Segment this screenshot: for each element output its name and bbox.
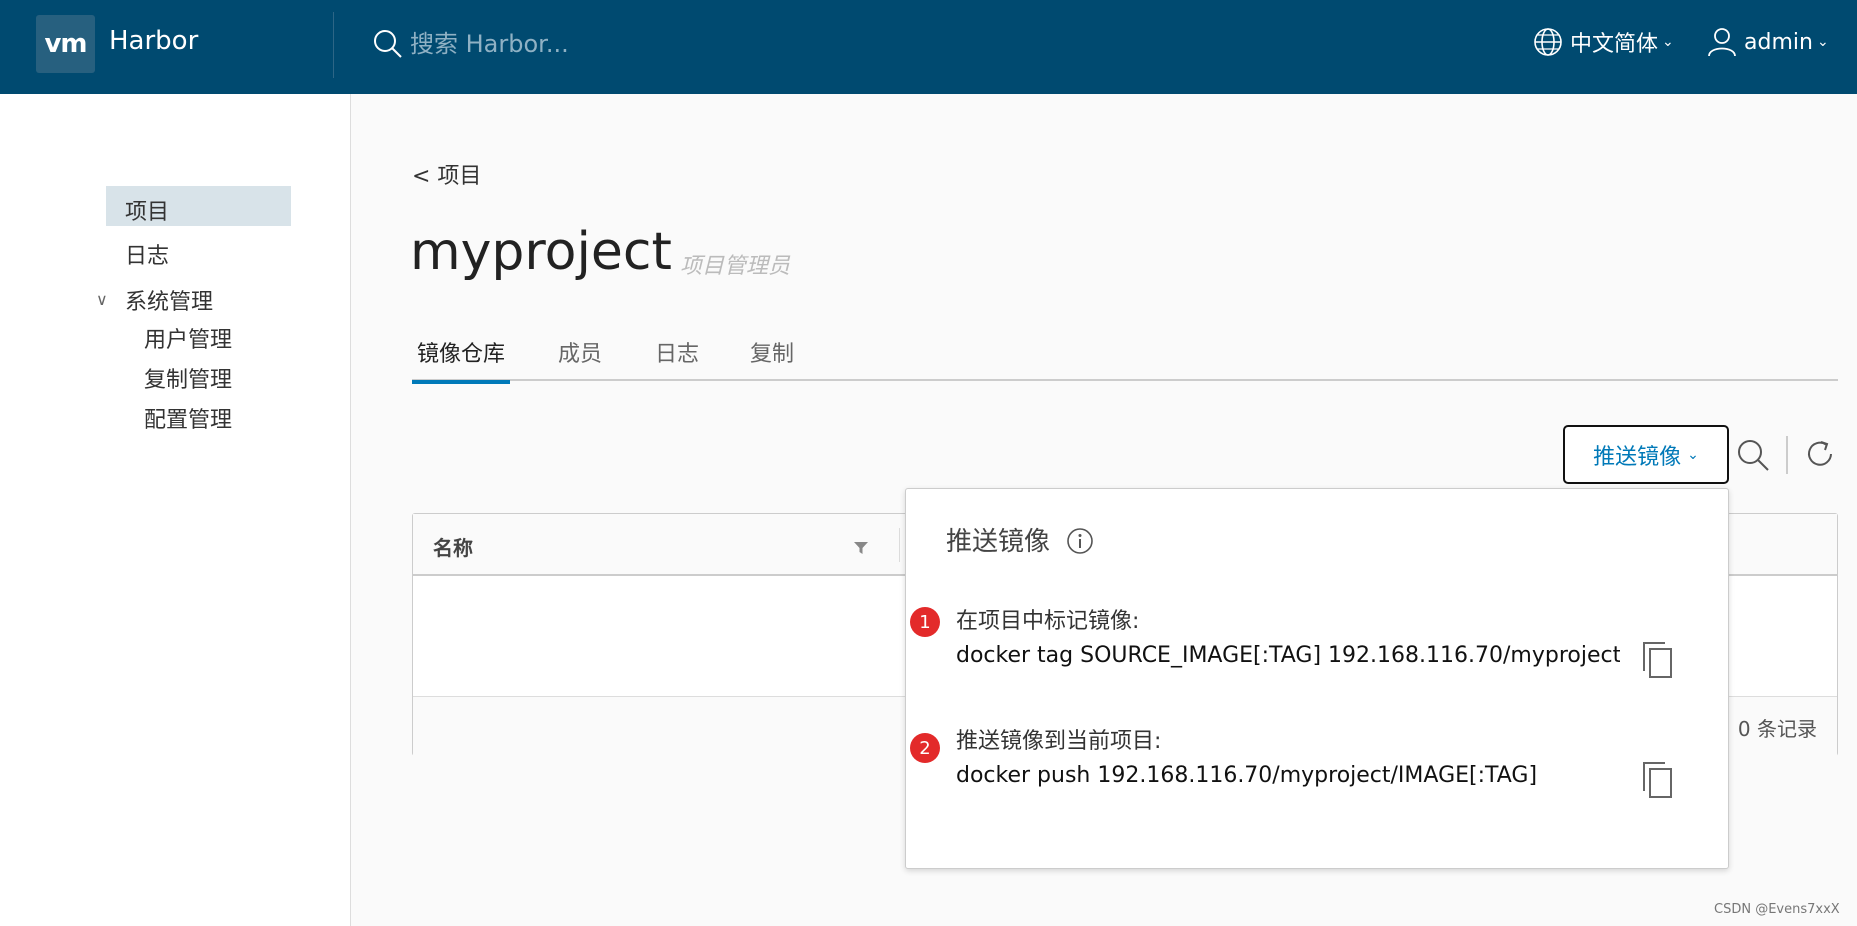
sidebar-item-projects[interactable]: 项目 [106, 186, 291, 226]
search-icon [374, 30, 402, 58]
user-icon [1708, 28, 1736, 57]
step-label: 推送镜像到当前项目: [956, 729, 1162, 754]
push-image-label: 推送镜像 [1593, 444, 1682, 470]
chevron-down-icon[interactable]: ∨ [96, 290, 108, 309]
language-selector[interactable]: 中文简体 ⌄ [1532, 26, 1674, 58]
sidebar-item-users[interactable]: 用户管理 [144, 322, 232, 354]
push-image-dropdown: 推送镜像 1 在项目中标记镜像: docker tag SOURCE_IMAGE… [905, 488, 1729, 869]
step-label: 在项目中标记镜像: [956, 609, 1140, 634]
top-header: vm Harbor 中文简体 ⌄ admin ⌄ [0, 0, 1857, 94]
tab-members[interactable]: 成员 [558, 336, 602, 380]
chevron-down-icon: ⌄ [1662, 34, 1674, 50]
sidebar-item-admin[interactable]: 系统管理 [125, 284, 213, 316]
globe-icon [1534, 28, 1562, 56]
copy-icon[interactable] [1641, 761, 1673, 799]
sidebar-item-logs[interactable]: 日志 [125, 238, 169, 270]
copy-icon[interactable] [1641, 641, 1673, 679]
sidebar-item-replication[interactable]: 复制管理 [144, 362, 232, 394]
push-command[interactable]: docker push 192.168.116.70/myproject/IMA… [956, 763, 1620, 788]
watermark: CSDN @Evens7xxX [1714, 902, 1840, 917]
sidebar-item-config[interactable]: 配置管理 [144, 402, 232, 434]
sidebar: 项目 日志 ∨ 系统管理 用户管理 复制管理 配置管理 [0, 94, 351, 926]
tab-replication[interactable]: 复制 [750, 336, 794, 380]
tab-logs[interactable]: 日志 [655, 336, 699, 380]
app-name[interactable]: Harbor [109, 26, 198, 56]
step-badge: 2 [910, 733, 940, 763]
search-input[interactable] [410, 30, 810, 58]
tab-repositories[interactable]: 镜像仓库 [412, 336, 511, 384]
user-name: admin [1744, 29, 1813, 55]
vm-logo[interactable]: vm [36, 15, 95, 73]
step-badge: 1 [910, 607, 940, 637]
record-count: 0 条记录 [1737, 717, 1817, 741]
chevron-down-icon: ⌄ [1816, 34, 1829, 50]
search-icon[interactable] [1736, 438, 1770, 472]
user-menu[interactable]: admin ⌄ [1706, 26, 1829, 58]
role-label: 项目管理员 [680, 254, 791, 279]
project-tabs: 镜像仓库 成员 日志 复制 [412, 332, 1838, 384]
page-title: myproject [410, 222, 672, 282]
filter-icon[interactable] [853, 540, 869, 556]
toolbar-divider [1786, 436, 1788, 474]
breadcrumb[interactable]: < 项目 [412, 158, 481, 190]
dropdown-title: 推送镜像 [946, 527, 1051, 557]
tag-command[interactable]: docker tag SOURCE_IMAGE[:TAG] 192.168.11… [956, 643, 1620, 668]
header-divider [333, 12, 334, 78]
refresh-icon[interactable] [1804, 438, 1836, 470]
global-search [372, 28, 810, 60]
language-label: 中文简体 [1570, 32, 1659, 57]
push-image-button[interactable]: 推送镜像 ⌄ [1563, 425, 1729, 484]
column-name-header[interactable]: 名称 [433, 532, 473, 561]
column-separator[interactable] [899, 528, 900, 562]
chevron-down-icon: ⌄ [1687, 446, 1699, 463]
info-icon[interactable] [1066, 527, 1094, 555]
